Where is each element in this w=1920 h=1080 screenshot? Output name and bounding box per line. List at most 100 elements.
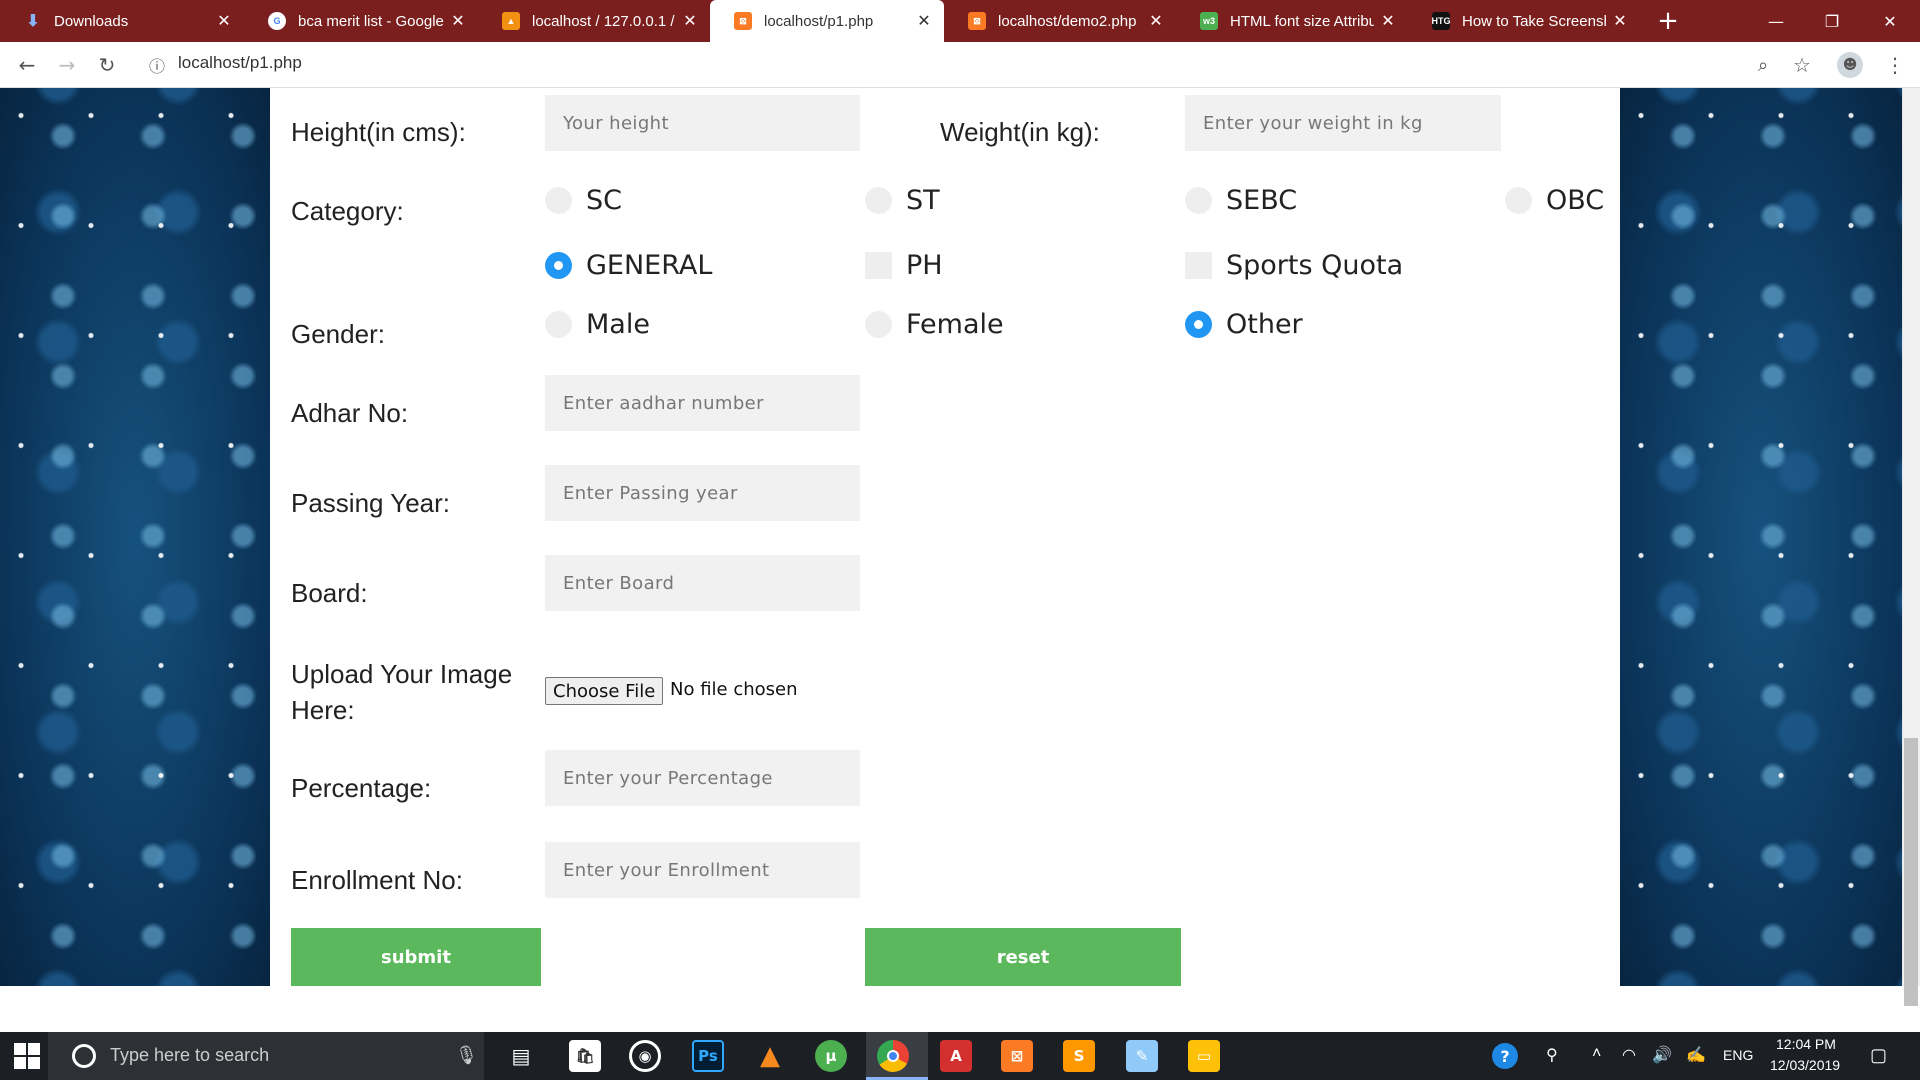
weight-input[interactable] (1185, 95, 1501, 151)
clock-time[interactable]: 12:04 PM (1776, 1036, 1836, 1052)
ph-checkbox-option[interactable]: PH (865, 250, 943, 281)
gender-option-male[interactable]: Male (545, 309, 650, 340)
close-tab-icon[interactable]: ✕ (1612, 11, 1628, 31)
xampp-icon: ⊠ (968, 12, 986, 30)
height-label: Height(in cms): (291, 117, 466, 147)
board-input[interactable] (545, 555, 860, 611)
close-tab-icon[interactable]: ✕ (1148, 11, 1164, 31)
photoshop-icon[interactable]: Ps (692, 1040, 724, 1072)
category-option-obc[interactable]: OBC (1505, 185, 1604, 216)
tab-downloads[interactable]: ⬇ Downloads ✕ (0, 0, 244, 42)
restore-button[interactable]: ❐ (1804, 0, 1860, 42)
close-tab-icon[interactable]: ✕ (216, 11, 232, 31)
radio-button[interactable] (545, 311, 572, 338)
sports-quota-checkbox-option[interactable]: Sports Quota (1185, 250, 1403, 281)
zoom-icon[interactable]: ⌕ (1748, 50, 1778, 80)
category-option-sebc[interactable]: SEBC (1185, 185, 1297, 216)
chrome-icon[interactable] (877, 1040, 909, 1072)
bookmark-star-icon[interactable]: ☆ (1787, 50, 1817, 80)
option-label: PH (906, 250, 943, 281)
media-icon[interactable]: ◉ (629, 1040, 661, 1072)
background-image-left (0, 88, 270, 986)
cortana-icon (72, 1044, 96, 1068)
passing-year-label: Passing Year: (291, 488, 451, 518)
option-label: Other (1226, 309, 1303, 340)
tab-w3schools[interactable]: w3 HTML font size Attribu ✕ (1176, 0, 1408, 42)
reset-button[interactable]: reset (865, 928, 1181, 986)
category-option-general[interactable]: GENERAL (545, 250, 712, 281)
clock-date[interactable]: 12/03/2019 (1770, 1057, 1840, 1073)
forward-arrow-icon[interactable]: → (52, 50, 82, 80)
radio-button[interactable] (1505, 187, 1532, 214)
tab-title: Downloads (54, 12, 129, 30)
tab-p1[interactable]: ⊠ localhost/p1.php ✕ (710, 0, 944, 42)
people-icon[interactable]: ⚲ (1546, 1045, 1558, 1065)
store-icon[interactable]: 🛍 (569, 1040, 601, 1072)
aadhar-input[interactable] (545, 375, 860, 431)
close-tab-icon[interactable]: ✕ (916, 11, 932, 31)
back-arrow-icon[interactable]: ← (12, 50, 42, 80)
option-label: Male (586, 309, 650, 340)
sublime-icon[interactable]: S (1063, 1040, 1095, 1072)
tab-phpmyadmin[interactable]: ▲ localhost / 127.0.0.1 / g ✕ (478, 0, 710, 42)
volume-icon[interactable]: 🔊 (1652, 1045, 1672, 1065)
enrollment-input[interactable] (545, 842, 860, 898)
tab-title: localhost / 127.0.0.1 / g (532, 12, 676, 30)
phpmyadmin-icon: ▲ (502, 12, 520, 30)
passing-year-input[interactable] (545, 465, 860, 521)
close-tab-icon[interactable]: ✕ (682, 11, 698, 31)
language-indicator[interactable]: ENG (1723, 1047, 1753, 1063)
reload-icon[interactable]: ↻ (92, 50, 122, 80)
close-tab-icon[interactable]: ✕ (450, 11, 466, 31)
close-window-button[interactable]: ✕ (1862, 0, 1918, 42)
tab-google[interactable]: G bca merit list - Google ✕ (244, 0, 478, 42)
minimize-button[interactable]: — (1748, 0, 1804, 42)
category-label: Category: (291, 196, 404, 226)
help-icon[interactable]: ? (1492, 1043, 1518, 1069)
radio-button[interactable] (1185, 187, 1212, 214)
profile-avatar[interactable]: ☻ (1837, 52, 1863, 78)
paint-icon[interactable]: ✎ (1126, 1040, 1158, 1072)
wifi-icon[interactable]: ◠ (1622, 1045, 1636, 1065)
percentage-input[interactable] (545, 750, 860, 806)
option-label: OBC (1546, 185, 1605, 216)
close-tab-icon[interactable]: ✕ (1380, 11, 1396, 31)
new-tab-button[interactable]: + (1650, 0, 1686, 42)
checkbox[interactable] (1185, 252, 1212, 279)
tab-strip: ⬇ Downloads ✕ G bca merit list - Google … (0, 0, 1920, 42)
address-bar[interactable]: localhost/p1.php (178, 53, 302, 73)
tab-demo2[interactable]: ⊠ localhost/demo2.php ✕ (944, 0, 1176, 42)
percentage-label: Percentage: (291, 773, 432, 803)
scrollbar-thumb[interactable] (1904, 738, 1918, 1006)
tab-htg[interactable]: HTG How to Take Screensho ✕ (1408, 0, 1640, 42)
chevron-up-icon[interactable]: ˄ (1592, 1045, 1601, 1063)
microphone-icon[interactable]: 🎙 (455, 1045, 478, 1066)
radio-button-selected[interactable] (545, 252, 572, 279)
menu-icon[interactable]: ⋮ (1880, 50, 1910, 80)
radio-button[interactable] (865, 311, 892, 338)
windows-start-icon[interactable] (14, 1043, 40, 1069)
pen-icon[interactable]: ✍ (1686, 1045, 1706, 1065)
checkbox[interactable] (865, 252, 892, 279)
category-option-sc[interactable]: SC (545, 185, 622, 216)
utorrent-icon[interactable]: µ (815, 1040, 847, 1072)
vlc-icon[interactable]: ▲ (754, 1040, 786, 1072)
notification-icon[interactable]: ▢ (1870, 1045, 1887, 1066)
file-explorer-icon[interactable]: ▭ (1188, 1040, 1220, 1072)
radio-button[interactable] (545, 187, 572, 214)
gender-option-female[interactable]: Female (865, 309, 1004, 340)
xampp-icon[interactable]: ⊠ (1001, 1040, 1033, 1072)
height-input[interactable] (545, 95, 860, 151)
tab-title: localhost/demo2.php (998, 12, 1137, 30)
background-image-right (1620, 88, 1902, 986)
category-option-st[interactable]: ST (865, 185, 940, 216)
radio-button-selected[interactable] (1185, 311, 1212, 338)
task-view-icon[interactable]: ▤ (505, 1040, 537, 1072)
xampp-icon: ⊠ (734, 12, 752, 30)
radio-button[interactable] (865, 187, 892, 214)
choose-file-button[interactable]: Choose File (545, 677, 664, 705)
submit-button[interactable]: submit (291, 928, 541, 986)
gender-option-other[interactable]: Other (1185, 309, 1303, 340)
info-icon[interactable]: ⓘ (142, 50, 172, 80)
acrobat-icon[interactable]: A (940, 1040, 972, 1072)
